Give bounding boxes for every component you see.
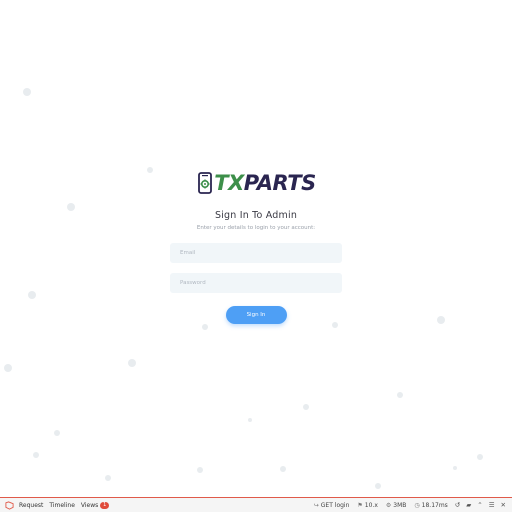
share-icon: ↪ xyxy=(313,501,319,509)
route-info[interactable]: ↪ GET login xyxy=(310,502,354,509)
clock-icon: ◷ xyxy=(414,501,420,509)
email-field[interactable] xyxy=(170,243,342,263)
chevron-up-icon[interactable]: ⌃ xyxy=(474,501,485,509)
laravel-logo-icon[interactable] xyxy=(0,500,16,510)
debug-bar: Request Timeline Views 1 ↪ GET login ⚑ 1… xyxy=(0,497,512,512)
flag-icon: ⚑ xyxy=(357,501,363,509)
version-label: 10.x xyxy=(364,501,378,509)
restore-icon[interactable]: ☰ xyxy=(486,501,498,509)
tab-views[interactable]: Views 1 xyxy=(78,498,112,512)
duration-label: 18.17ms xyxy=(421,501,448,509)
folder-icon[interactable]: ▰ xyxy=(463,501,474,509)
brand-logo: TXPARTS xyxy=(196,168,316,198)
version-info: ⚑ 10.x xyxy=(353,502,381,509)
views-count-badge: 1 xyxy=(100,501,110,509)
close-icon[interactable]: ✕ xyxy=(498,501,509,509)
page-subtitle: Enter your details to login to your acco… xyxy=(196,225,316,231)
memory-label: 3MB xyxy=(393,501,407,509)
brand-suffix: PARTS xyxy=(243,170,316,195)
memory-info: ⚙ 3MB xyxy=(382,502,411,509)
tab-timeline[interactable]: Timeline xyxy=(46,498,78,512)
tab-views-label: Views xyxy=(80,501,99,509)
phone-gear-icon xyxy=(198,172,213,194)
route-label: GET login xyxy=(320,501,350,509)
duration-info: ◷ 18.17ms xyxy=(410,502,451,509)
brand-prefix: TX xyxy=(214,170,244,195)
history-icon[interactable]: ↺ xyxy=(452,501,463,509)
page-title: Sign In To Admin xyxy=(214,210,298,221)
sign-in-button[interactable]: Sign In xyxy=(225,306,287,324)
tab-request[interactable]: Request xyxy=(16,498,46,512)
password-field[interactable] xyxy=(170,273,342,293)
cogs-icon: ⚙ xyxy=(385,501,392,509)
login-card: TXPARTS Sign In To Admin Enter your deta… xyxy=(0,168,512,324)
